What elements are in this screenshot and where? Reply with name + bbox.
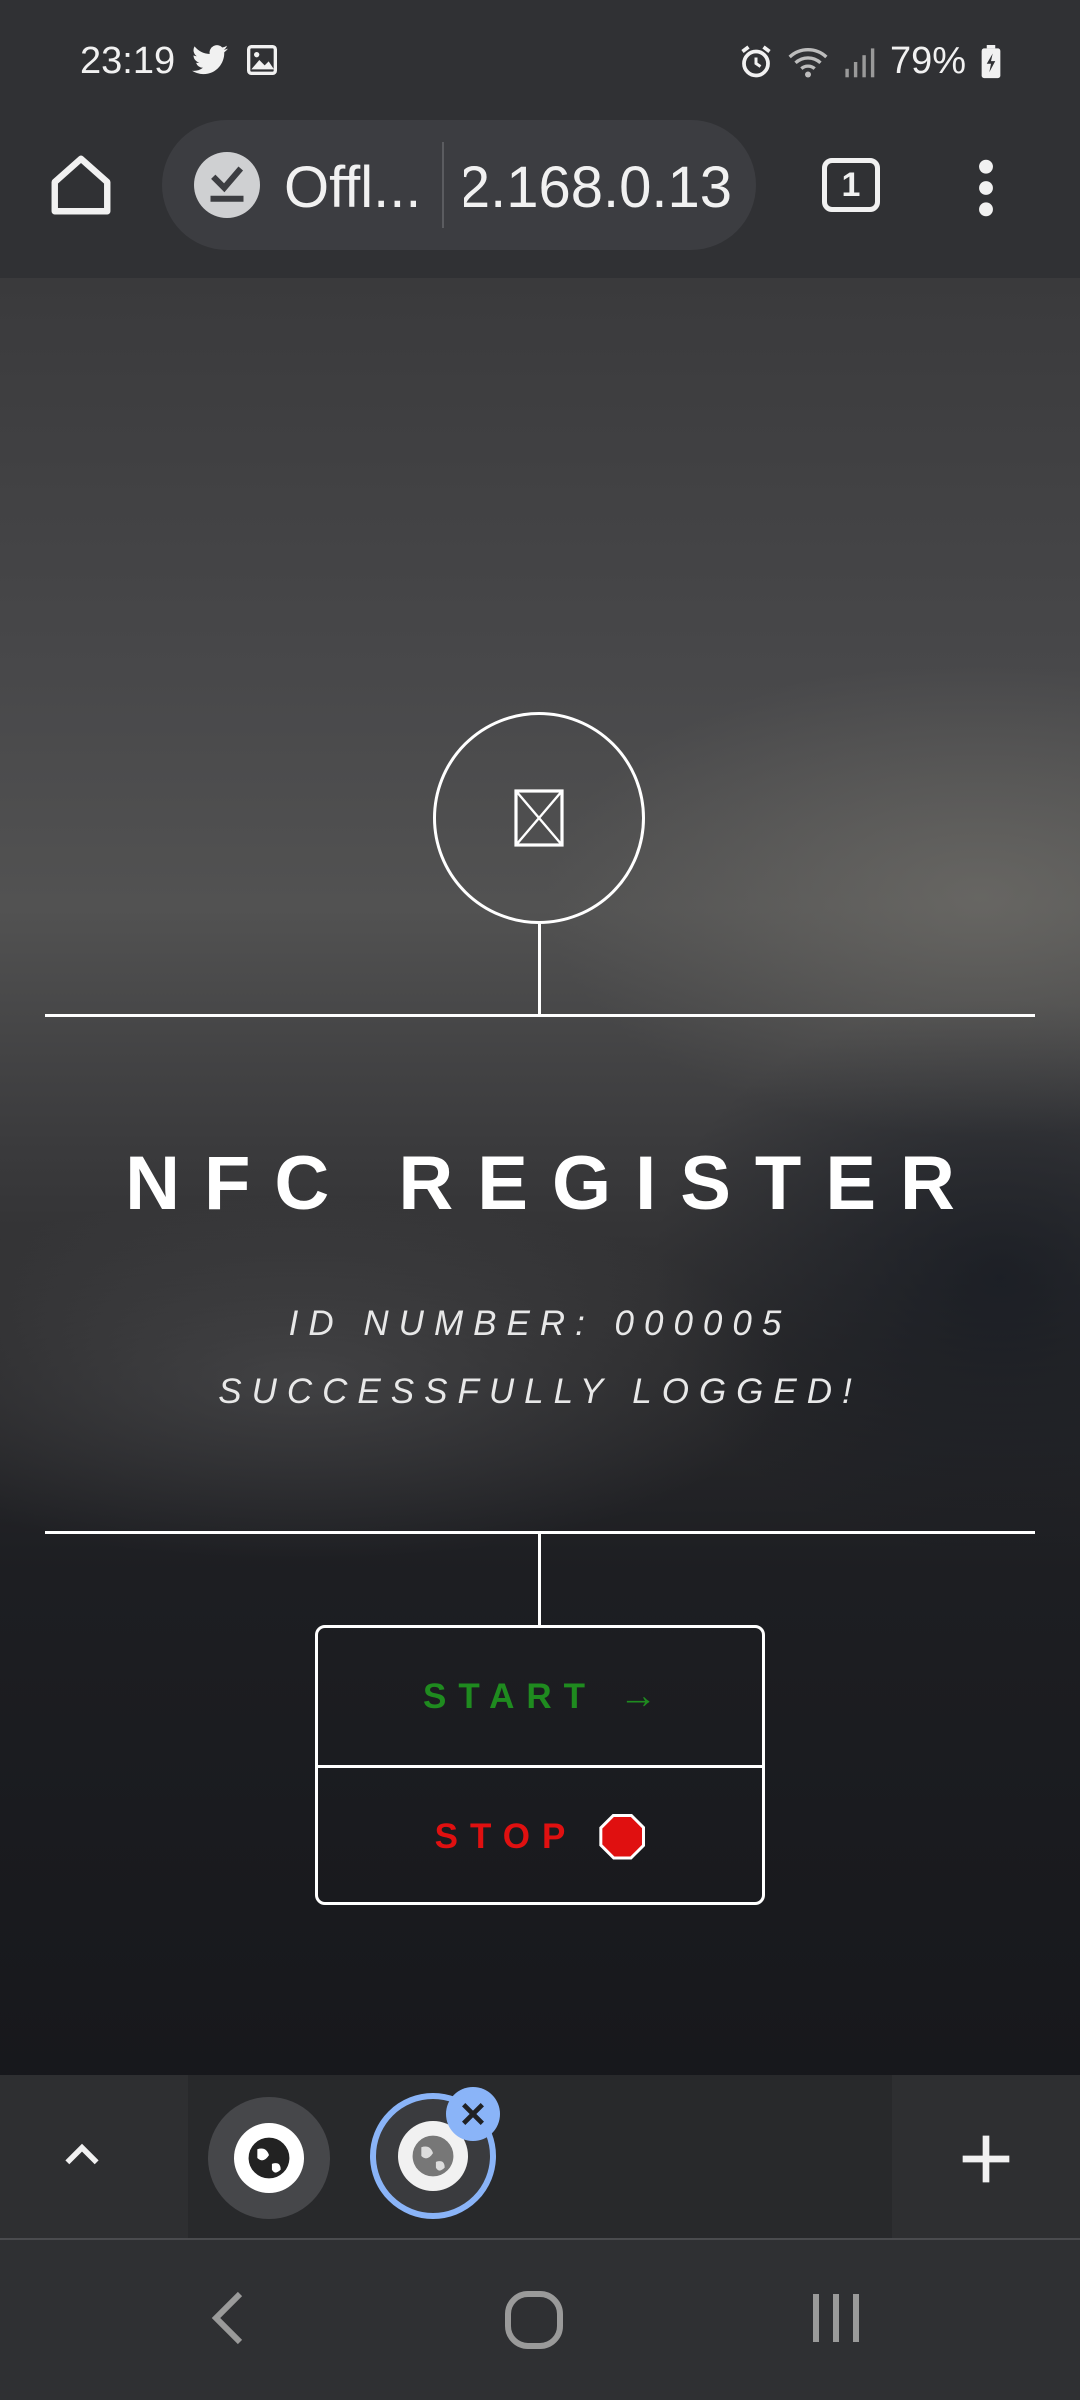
- plus-icon: [962, 2135, 1010, 2183]
- signal-icon: [845, 47, 875, 77]
- stop-button[interactable]: STOP: [318, 1768, 762, 1902]
- notification-icons: [192, 44, 278, 76]
- url-separator: [442, 142, 444, 228]
- close-icon: [462, 2103, 484, 2125]
- start-label: START: [422, 1676, 598, 1716]
- stop-sign-icon: [599, 1813, 646, 1860]
- close-tab-button[interactable]: [446, 2087, 500, 2141]
- tab-switcher-button[interactable]: 1: [822, 158, 880, 212]
- page-title: NFC REGISTER: [125, 1141, 979, 1226]
- status-message: ID NUMBER: 000005 SUCCESSFULLY LOGGED!: [218, 1304, 862, 1411]
- status-right: 79%: [738, 40, 1002, 83]
- expand-tabs-button[interactable]: [0, 2075, 188, 2238]
- web-page: NFC REGISTER ID NUMBER: 000005 SUCCESSFU…: [0, 278, 1080, 2075]
- home-button[interactable]: [46, 150, 116, 220]
- omnibox[interactable]: Offl... 192.168.0.13: [162, 120, 756, 250]
- home-nav-icon[interactable]: [504, 2290, 564, 2350]
- alarm-icon: [741, 45, 771, 77]
- home-icon: [51, 155, 111, 215]
- globe-icon: [234, 2123, 304, 2193]
- back-icon[interactable]: [208, 2288, 248, 2348]
- recent-apps-icon[interactable]: [808, 2290, 864, 2346]
- new-tab-button[interactable]: [892, 2075, 1080, 2238]
- overflow-menu-button[interactable]: [968, 156, 1004, 220]
- tab-item[interactable]: [208, 2097, 330, 2219]
- status-time: 23:19: [80, 40, 176, 82]
- image-icon: [247, 45, 277, 75]
- offline-page-icon[interactable]: [194, 152, 260, 218]
- connector-line: [538, 924, 541, 1016]
- chevron-up-icon: [65, 2143, 99, 2165]
- twitter-icon: [192, 45, 228, 75]
- wifi-icon: [788, 47, 828, 77]
- stop-label: STOP: [434, 1816, 578, 1856]
- divider-top: [45, 1014, 1035, 1017]
- status-bar: 23:19 79%: [0, 0, 1080, 120]
- tab-strip: [0, 2075, 1080, 2238]
- url-text[interactable]: 192.168.0.13: [464, 154, 732, 221]
- battery-charging-icon: [981, 44, 1001, 78]
- offline-label: Offl...: [284, 155, 416, 220]
- connector-line: [538, 1534, 541, 1626]
- system-nav-bar: [0, 2238, 1080, 2400]
- battery-percentage: 79%: [889, 40, 966, 82]
- logo-circle: [433, 712, 645, 924]
- more-vert-icon: [979, 159, 993, 217]
- browser-toolbar: Offl... 192.168.0.13 1: [0, 120, 1080, 278]
- control-panel: START → STOP: [315, 1625, 765, 1905]
- start-button[interactable]: START →: [318, 1628, 762, 1765]
- missing-glyph-icon: [514, 789, 564, 847]
- arrow-right-icon: →: [619, 1675, 658, 1717]
